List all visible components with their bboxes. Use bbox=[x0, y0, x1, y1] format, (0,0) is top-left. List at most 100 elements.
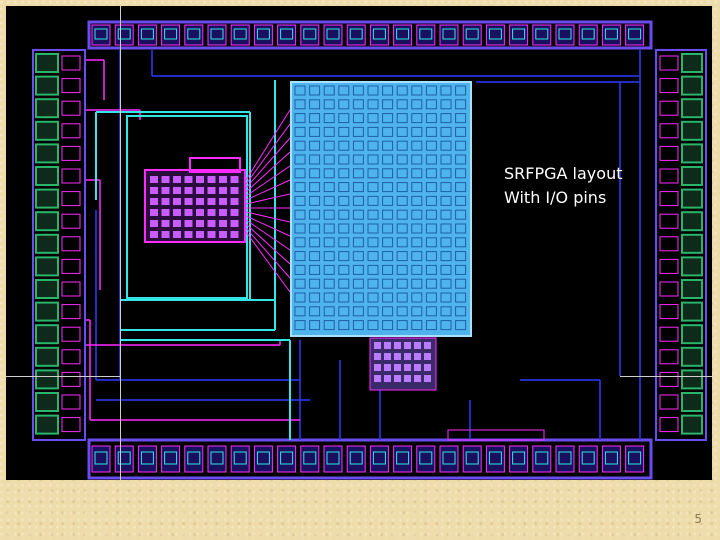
config-cell bbox=[196, 209, 204, 216]
config-cell bbox=[173, 231, 181, 238]
io-pad-right bbox=[681, 256, 703, 277]
config-cell bbox=[219, 198, 227, 205]
io-pad-right bbox=[681, 279, 703, 299]
io-pad-right bbox=[681, 98, 703, 119]
decoder-cell bbox=[394, 375, 401, 382]
fanout-wire bbox=[245, 151, 291, 193]
io-pad-right bbox=[681, 143, 703, 164]
io-pad-right bbox=[681, 233, 703, 254]
io-pad-left bbox=[35, 324, 59, 345]
config-cell bbox=[230, 220, 239, 227]
io-pad-right-driver bbox=[659, 78, 679, 94]
config-cell bbox=[161, 187, 170, 194]
config-cell bbox=[161, 231, 170, 238]
decoder-cell bbox=[414, 364, 421, 371]
io-pad-left bbox=[35, 143, 59, 164]
config-cell bbox=[230, 187, 239, 194]
decoder-cell bbox=[414, 342, 421, 349]
config-cell bbox=[207, 231, 216, 238]
io-pad-right-driver bbox=[659, 123, 679, 139]
config-cell bbox=[184, 176, 193, 183]
alignment-guide-horizontal bbox=[6, 376, 121, 377]
io-pad-right bbox=[681, 166, 703, 186]
io-pad-right bbox=[681, 346, 703, 367]
fanout-wire bbox=[245, 215, 291, 237]
io-pad-right bbox=[681, 120, 703, 141]
io-pad-right-driver bbox=[659, 100, 679, 116]
config-cell bbox=[184, 187, 193, 194]
io-pad-right-driver bbox=[659, 168, 679, 184]
fanout-wire bbox=[245, 193, 291, 205]
io-pad-left bbox=[35, 279, 59, 299]
io-pad-left-driver bbox=[61, 123, 81, 139]
io-pad-left bbox=[35, 188, 59, 209]
config-cell bbox=[219, 187, 227, 194]
io-pad-left bbox=[35, 120, 59, 141]
io-pad-right bbox=[681, 53, 703, 73]
io-pad-right-driver bbox=[659, 213, 679, 229]
io-pad-left bbox=[35, 233, 59, 254]
io-pad-left bbox=[35, 166, 59, 186]
io-pad-right bbox=[681, 369, 703, 390]
config-cell bbox=[207, 220, 216, 227]
decoder-cell bbox=[424, 364, 431, 371]
decoder-cell bbox=[374, 364, 381, 371]
io-pad-right-driver bbox=[659, 145, 679, 161]
chip-layout-image bbox=[6, 6, 712, 480]
core-array bbox=[290, 81, 472, 337]
caption-line-1: SRFPGA layout bbox=[504, 164, 623, 183]
decoder-cell bbox=[424, 375, 431, 382]
io-pad-right-driver bbox=[659, 55, 679, 71]
io-pad-right-driver bbox=[659, 326, 679, 342]
io-pad-left-driver bbox=[61, 349, 81, 365]
io-pad-left-driver bbox=[61, 304, 81, 320]
config-cell bbox=[196, 231, 204, 238]
io-pad-left bbox=[35, 98, 59, 119]
io-pad-right bbox=[681, 301, 703, 322]
io-pad-left-driver bbox=[61, 191, 81, 207]
config-cell bbox=[196, 187, 204, 194]
config-cell bbox=[207, 198, 216, 205]
decoder-cell bbox=[414, 353, 421, 360]
decoder-cell bbox=[394, 364, 401, 371]
io-pad-left-driver bbox=[61, 417, 81, 433]
config-cell bbox=[196, 198, 204, 205]
config-cell bbox=[173, 187, 181, 194]
config-cell bbox=[184, 198, 193, 205]
config-cell bbox=[219, 231, 227, 238]
config-cell bbox=[161, 220, 170, 227]
decoder-cell bbox=[394, 353, 401, 360]
chip-layout-drawing bbox=[32, 20, 707, 480]
io-pad-right bbox=[681, 75, 703, 96]
config-cell bbox=[161, 209, 170, 216]
io-pad-left bbox=[35, 211, 59, 232]
io-pad-left bbox=[35, 75, 59, 96]
alignment-guide-horizontal-right bbox=[620, 376, 712, 377]
decoder-cell bbox=[384, 375, 391, 382]
io-pad-left bbox=[35, 256, 59, 277]
config-block bbox=[144, 169, 246, 243]
config-cell bbox=[184, 231, 193, 238]
io-pad-left-driver bbox=[61, 213, 81, 229]
io-pad-left-driver bbox=[61, 281, 81, 297]
config-cell bbox=[150, 231, 158, 238]
decoder-cell bbox=[424, 353, 431, 360]
io-pad-right bbox=[681, 392, 703, 412]
config-cell bbox=[150, 176, 158, 183]
config-cell bbox=[173, 209, 181, 216]
fanout-wire bbox=[245, 211, 291, 223]
decoder-cell bbox=[404, 364, 411, 371]
io-pad-left bbox=[35, 346, 59, 367]
config-cell bbox=[150, 187, 158, 194]
io-pad-left-driver bbox=[61, 326, 81, 342]
decoder-cell bbox=[394, 342, 401, 349]
config-cell bbox=[219, 209, 227, 216]
decoder-cell bbox=[414, 375, 421, 382]
decoder-cell bbox=[424, 342, 431, 349]
decoder-cell bbox=[384, 353, 391, 360]
config-cell bbox=[196, 220, 204, 227]
config-cell bbox=[196, 176, 204, 183]
config-cell bbox=[184, 220, 193, 227]
io-pad-left bbox=[35, 53, 59, 73]
io-pad-right-driver bbox=[659, 258, 679, 274]
